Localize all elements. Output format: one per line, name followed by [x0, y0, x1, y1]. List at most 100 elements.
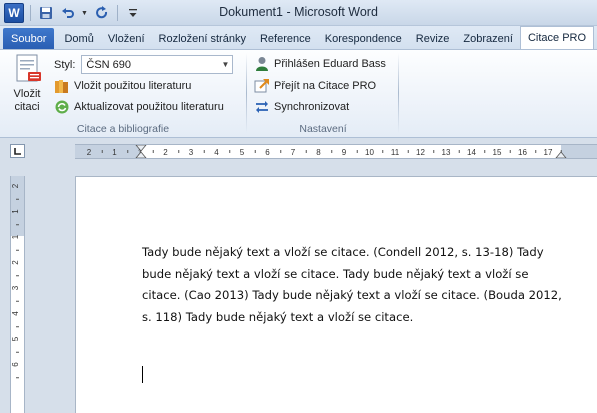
settings-group-label: Nastavení	[299, 123, 347, 135]
ruler-tick-label: 1	[112, 148, 117, 157]
horizontal-ruler-scale: 2 1 1 2 3 4 5 6 7 8 9 10 11 12 13 14 15 16 17	[75, 144, 597, 159]
text-cursor	[142, 366, 143, 383]
ruler-left-margin	[75, 145, 141, 158]
ruler-tick	[280, 150, 282, 153]
ruler-tick-label: 12	[416, 148, 425, 157]
ruler-tick	[331, 150, 333, 153]
document-page[interactable]: Tady bude nějaký text a vloží se citace.…	[75, 176, 597, 413]
ruler-tick-label: 1	[11, 234, 20, 239]
tab-file[interactable]: Soubor	[3, 28, 55, 49]
ruler-tick-label: 14	[467, 148, 476, 157]
update-bibliography-button[interactable]: Aktualizovat použitou literaturu	[54, 98, 224, 116]
document-workspace: 2 1 1 2 3 4 5 6 7 8 9 10 11 12 13 14 15 16 17 21123456 Tad…	[0, 138, 597, 413]
title-bar: W ▼ Dokument1 - Microsoft Word	[0, 0, 597, 26]
ruler-tick	[458, 150, 460, 153]
ruler-tick	[16, 249, 19, 251]
ruler-tick	[16, 326, 19, 328]
ruler-tick-label: 6	[265, 148, 270, 157]
ruler-tick-label: 2	[11, 260, 20, 265]
ruler-tick	[433, 150, 435, 153]
ruler-tick-label: 11	[391, 148, 400, 157]
tab-stop-selector[interactable]	[10, 144, 25, 158]
ruler-tick	[254, 150, 256, 153]
document-paragraph[interactable]: Tady bude nějaký text a vloží se citace.…	[142, 242, 562, 329]
ruler-tick	[356, 150, 358, 153]
ruler-tick	[16, 300, 19, 302]
insert-bibliography-label: Vložit použitou literaturu	[74, 80, 192, 92]
style-label: Styl:	[54, 58, 76, 71]
ruler-tick-label: 4	[214, 148, 219, 157]
settings-group: Přihlášen Eduard Bass Přejít na Citace P…	[248, 50, 398, 137]
sync-label: Synchronizovat	[274, 101, 350, 113]
ruler-tick	[127, 150, 129, 153]
external-link-icon	[254, 78, 270, 94]
ruler-tick	[203, 150, 205, 153]
chevron-down-icon: ▼	[221, 60, 230, 69]
ribbon-tabs: Soubor Domů Vložení Rozložení stránky Re…	[0, 26, 597, 49]
vertical-ruler[interactable]: 2 1 1 2 3 4 5 6	[10, 176, 25, 413]
ruler-tick-label: 9	[342, 148, 347, 157]
go-to-citace-label: Přejít na Citace PRO	[274, 80, 377, 92]
sync-button[interactable]: Synchronizovat	[254, 98, 349, 116]
ruler-tick	[229, 150, 231, 153]
ruler-tick-label: 3	[189, 148, 194, 157]
ruler-tick	[382, 150, 384, 153]
ruler-tick	[305, 150, 307, 153]
insert-citation-button[interactable]: Vložit citaci	[4, 53, 50, 123]
ruler-tick	[16, 377, 19, 379]
ruler-tick	[178, 150, 180, 153]
ruler-tick-label: 6	[11, 362, 20, 367]
sync-icon	[254, 99, 270, 115]
group-separator	[398, 53, 399, 133]
ruler-tick	[16, 275, 19, 277]
tab-home[interactable]: Domů	[57, 28, 100, 49]
ruler-right-margin	[561, 145, 597, 158]
tab-citace-pro[interactable]: Citace PRO	[519, 26, 595, 49]
ruler-tick	[407, 150, 409, 153]
citations-group-label: Citace a bibliografie	[76, 123, 170, 135]
user-icon	[254, 56, 270, 72]
ruler-tick	[152, 150, 154, 153]
insert-citation-label-line1: Vložit	[13, 88, 41, 100]
style-row: Styl: ČSN 690 ▼	[54, 55, 234, 74]
tab-review[interactable]: Revize	[409, 28, 457, 49]
ruler-tick	[16, 351, 19, 353]
ruler-tick-label: 2	[163, 148, 168, 157]
tab-mailings[interactable]: Korespondence	[318, 28, 409, 49]
ribbon-panel: Vložit citaci Styl: ČSN 690 ▼ Vložit pou…	[0, 49, 597, 138]
ruler-tick-label: 1	[11, 209, 20, 214]
ruler-tick	[101, 150, 103, 153]
ruler-tick-label: 10	[365, 148, 374, 157]
window-title: Dokument1 - Microsoft Word	[219, 5, 378, 19]
update-bibliography-label: Aktualizovat použitou literaturu	[74, 101, 224, 113]
horizontal-ruler[interactable]: 2 1 1 2 3 4 5 6 7 8 9 10 11 12 13 14 15 16 17	[75, 144, 597, 159]
citations-group: Vložit citaci Styl: ČSN 690 ▼ Vložit pou…	[0, 50, 246, 137]
tab-view[interactable]: Zobrazení	[456, 28, 520, 49]
ruler-tick-label: 17	[544, 148, 553, 157]
ruler-tick	[16, 224, 19, 226]
ruler-tick-label: 4	[11, 311, 20, 316]
logged-in-user[interactable]: Přihlášen Eduard Bass	[254, 55, 386, 73]
tab-page-layout[interactable]: Rozložení stránky	[152, 28, 253, 49]
ruler-tick-label: 2	[87, 148, 92, 157]
logged-in-label: Přihlášen Eduard Bass	[274, 58, 386, 70]
tab-references[interactable]: Reference	[253, 28, 318, 49]
insert-bibliography-button[interactable]: Vložit použitou literaturu	[54, 77, 191, 95]
ruler-tick-label: 5	[11, 336, 20, 341]
ruler-tick-label: 5	[240, 148, 245, 157]
tab-insert[interactable]: Vložení	[101, 28, 152, 49]
go-to-citace-button[interactable]: Přejít na Citace PRO	[254, 77, 376, 95]
insert-citation-label-line2: citaci	[14, 101, 40, 113]
citation-style-select[interactable]: ČSN 690 ▼	[81, 55, 234, 74]
ruler-tick-label: 16	[518, 148, 527, 157]
ruler-tick	[509, 150, 511, 153]
ruler-tick-label: 15	[493, 148, 502, 157]
ruler-tick-label: 2	[11, 183, 20, 188]
ruler-tick	[535, 150, 537, 153]
ruler-tick-label: 3	[11, 285, 20, 290]
group-separator	[246, 53, 247, 133]
ruler-tick	[16, 198, 19, 200]
books-icon	[54, 78, 70, 94]
ruler-tick-label: 13	[442, 148, 451, 157]
ruler-tick	[484, 150, 486, 153]
